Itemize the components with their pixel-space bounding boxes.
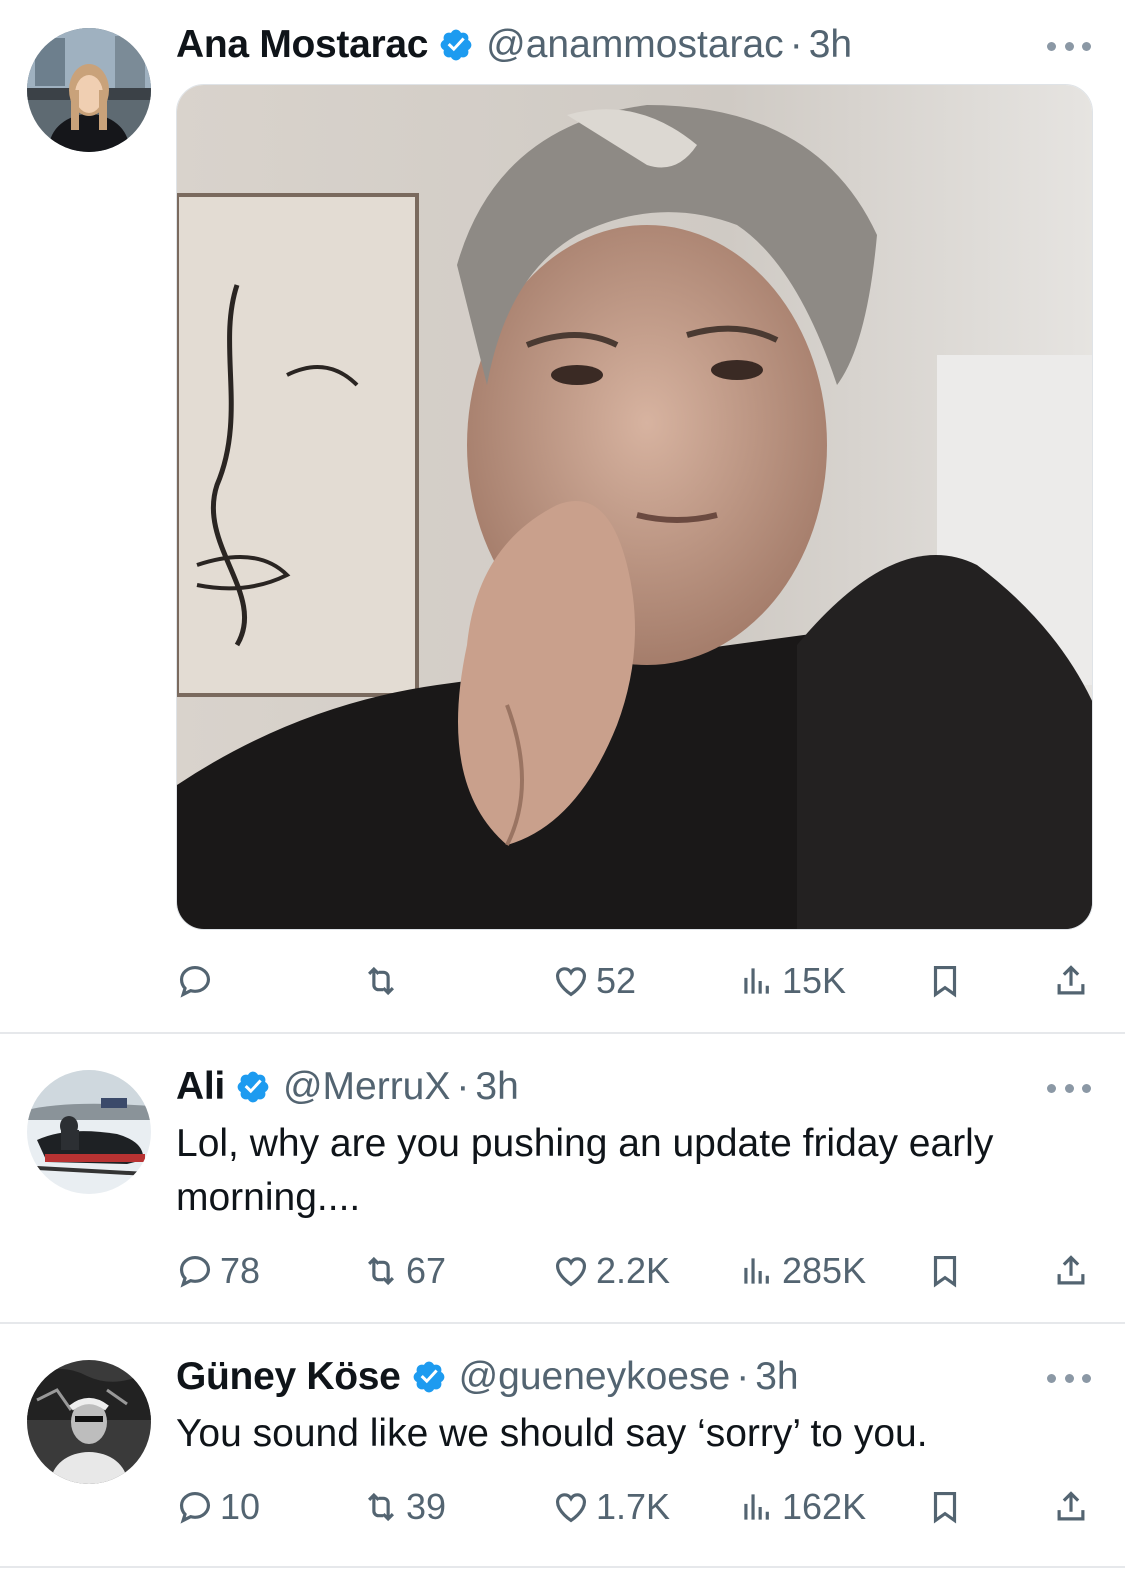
author-handle[interactable]: @anammostarac [486, 23, 784, 67]
separator-dot: · [456, 1065, 470, 1108]
reply-button[interactable] [176, 956, 220, 1006]
views-chart-icon [738, 1488, 776, 1526]
reply-icon [176, 1488, 214, 1526]
author-name[interactable]: Ali [176, 1065, 225, 1109]
share-icon [1052, 1488, 1090, 1526]
tweet-text: You sound like we should say ‘sorry’ to … [176, 1412, 928, 1455]
repost-icon [362, 1252, 400, 1290]
bookmark-button[interactable] [926, 956, 964, 1006]
repost-count: 39 [406, 1486, 447, 1527]
separator-dot: · [736, 1355, 750, 1398]
author-name[interactable]: Ana Mostarac [176, 23, 428, 67]
like-button[interactable]: 1.7K [552, 1482, 670, 1532]
heart-icon [552, 1252, 590, 1290]
share-button[interactable] [1052, 1246, 1090, 1296]
like-count: 52 [596, 960, 637, 1001]
views-chart-icon [738, 962, 776, 1000]
like-button[interactable]: 2.2K [552, 1246, 670, 1296]
bookmark-icon [926, 962, 964, 1000]
avatar[interactable] [27, 1070, 151, 1194]
share-icon [1052, 1252, 1090, 1290]
timestamp[interactable]: 3h [755, 1355, 798, 1399]
view-count: 15K [782, 960, 847, 1001]
author-handle[interactable]: @gueneykoese [459, 1355, 731, 1399]
reply-button[interactable]: 10 [176, 1482, 260, 1532]
repost-count: 67 [406, 1250, 447, 1291]
tweet-image[interactable] [176, 84, 1093, 930]
repost-button[interactable]: 39 [362, 1482, 446, 1532]
reply-count: 10 [220, 1486, 261, 1527]
repost-icon [362, 962, 400, 1000]
more-dots-icon[interactable] [1047, 1078, 1091, 1098]
reply-icon [176, 1252, 214, 1290]
author-name[interactable]: Güney Köse [176, 1355, 401, 1399]
heart-icon [552, 1488, 590, 1526]
views-button[interactable]: 285K [738, 1246, 866, 1296]
view-count: 285K [782, 1250, 867, 1291]
divider [0, 1566, 1125, 1568]
repost-button[interactable] [362, 956, 406, 1006]
share-button[interactable] [1052, 956, 1090, 1006]
bookmark-button[interactable] [926, 1482, 964, 1532]
views-button[interactable]: 15K [738, 956, 846, 1006]
timestamp[interactable]: 3h [475, 1065, 518, 1109]
avatar[interactable] [27, 1360, 151, 1484]
tweet[interactable]: Ali @MerruX · 3h Lol, why are you pushin… [0, 1034, 1125, 1324]
avatar[interactable] [27, 28, 151, 152]
like-count: 2.2K [596, 1250, 671, 1291]
reply-icon [176, 962, 214, 1000]
more-dots-icon[interactable] [1047, 1368, 1091, 1388]
verified-badge-icon [438, 27, 474, 63]
more-dots-icon[interactable] [1047, 36, 1091, 56]
views-chart-icon [738, 1252, 776, 1290]
like-count: 1.7K [596, 1486, 671, 1527]
verified-badge-icon [235, 1069, 271, 1105]
like-button[interactable]: 52 [552, 956, 636, 1006]
repost-button[interactable]: 67 [362, 1246, 446, 1296]
bookmark-icon [926, 1488, 964, 1526]
tweet-text: Lol, why are you pushing an update frida… [176, 1122, 994, 1219]
reply-button[interactable]: 78 [176, 1246, 260, 1296]
views-button[interactable]: 162K [738, 1482, 866, 1532]
reply-count: 78 [220, 1250, 261, 1291]
separator-dot: · [789, 23, 803, 66]
tweet[interactable]: Ana Mostarac @anammostarac · 3h 52 15K [0, 0, 1125, 1034]
view-count: 162K [782, 1486, 867, 1527]
heart-icon [552, 962, 590, 1000]
author-handle[interactable]: @MerruX [283, 1065, 450, 1109]
verified-badge-icon [411, 1359, 447, 1395]
share-icon [1052, 962, 1090, 1000]
share-button[interactable] [1052, 1482, 1090, 1532]
repost-icon [362, 1488, 400, 1526]
bookmark-icon [926, 1252, 964, 1290]
bookmark-button[interactable] [926, 1246, 964, 1296]
tweet[interactable]: Güney Köse @gueneykoese · 3h You sound l… [0, 1324, 1125, 1574]
timestamp[interactable]: 3h [809, 23, 852, 67]
